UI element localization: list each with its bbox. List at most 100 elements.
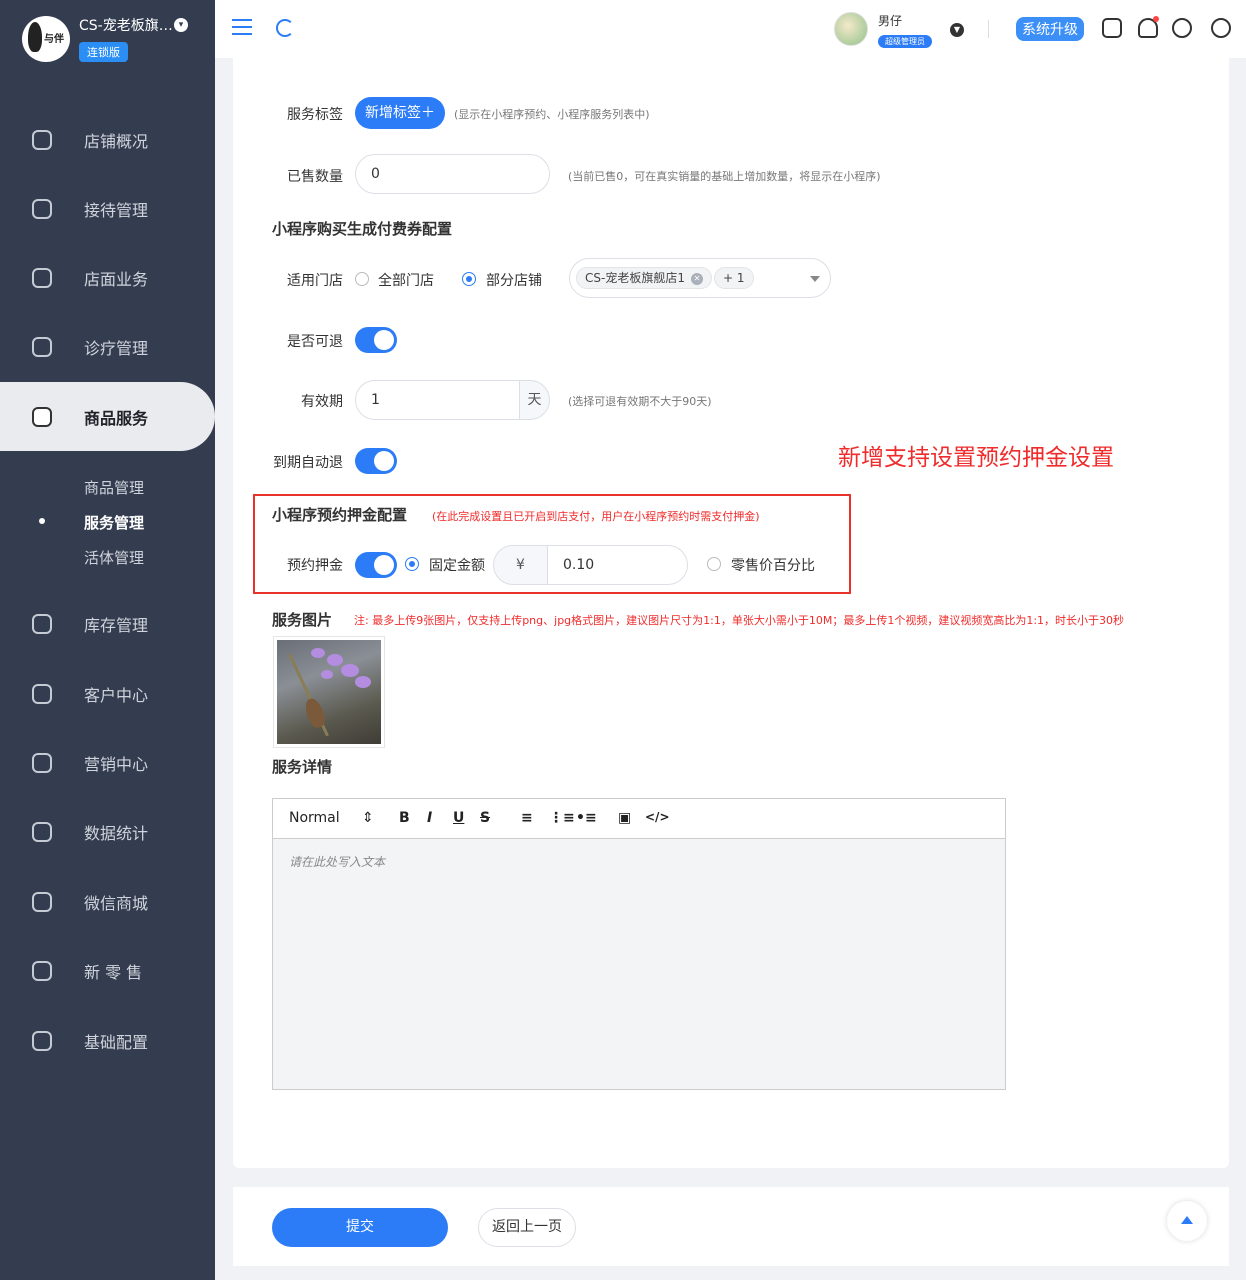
sidebar-item-wechat-mall[interactable]: 微信商城: [0, 867, 215, 936]
back-button[interactable]: 返回上一页: [478, 1208, 576, 1247]
chevron-down-icon[interactable]: ▼: [950, 23, 964, 37]
sold-count-hint: (当前已售0，可在真实销量的基础上增加数量，将显示在小程序): [568, 170, 881, 183]
detail-section-title: 服务详情: [272, 758, 333, 776]
calendar-icon[interactable]: [1102, 18, 1122, 38]
service-form-card: 服务标签 新增标签＋ (显示在小程序预约、小程序服务列表中) 已售数量 0 (当…: [233, 58, 1229, 1168]
submenu-item-services[interactable]: 服务管理: [84, 512, 144, 533]
sidebar-item-label: 库存管理: [84, 615, 149, 635]
caret-down-icon[interactable]: [810, 276, 820, 282]
chevron-down-icon[interactable]: ▾: [174, 18, 188, 32]
auto-refund-toggle[interactable]: [355, 448, 397, 474]
sidebar-item-label: 新 零 售: [84, 962, 143, 982]
user-badge-icon: [32, 683, 52, 704]
sold-count-input[interactable]: 0: [355, 154, 550, 194]
deposit-section-hint: (在此完成设置且已开启到店支付，用户在小程序预约时需支付押金): [432, 510, 760, 523]
sidebar-item-store-overview[interactable]: 店铺概况: [0, 105, 215, 174]
menu-icon[interactable]: [232, 19, 252, 35]
sidebar-item-statistics[interactable]: 数据统计: [0, 797, 215, 866]
sidebar-item-label: 基础配置: [84, 1032, 149, 1052]
format-select[interactable]: Normal: [289, 810, 340, 826]
validity-unit: 天: [519, 380, 550, 420]
sidebar-item-label: 诊疗管理: [84, 338, 149, 358]
italic-icon[interactable]: I: [427, 810, 432, 826]
sidebar-item-marketing[interactable]: 营销中心: [0, 728, 215, 797]
tag-label: CS-宠老板旗舰店1: [585, 271, 685, 285]
back-to-top-button[interactable]: [1167, 1201, 1207, 1241]
wechat-icon: [32, 891, 52, 912]
editor-content[interactable]: 请在此处写入文本: [273, 839, 1005, 1089]
underline-icon[interactable]: U: [453, 810, 464, 826]
code-icon[interactable]: </>: [645, 810, 670, 824]
refresh-icon[interactable]: [276, 19, 294, 37]
more-stores-tag: + 1: [714, 267, 754, 289]
sidebar-item-label: 店铺概况: [84, 131, 149, 151]
user-name: 男仔: [878, 14, 903, 28]
image-section-title: 服务图片: [272, 611, 333, 629]
submenu-item-live-animals[interactable]: 活体管理: [84, 547, 144, 568]
sidebar-item-customers[interactable]: 客户中心: [0, 659, 215, 728]
inventory-box-icon: [32, 613, 52, 634]
trend-chart-icon: [32, 821, 52, 842]
deposit-amount-input[interactable]: 0.10: [547, 545, 688, 585]
settings-icon: [32, 1030, 52, 1051]
submenu-goods-service: 商品管理 服务管理 活体管理: [0, 452, 215, 592]
ordered-list-icon[interactable]: ⋮≡: [549, 810, 575, 826]
image-upload-hint: 注: 最多上传9张图片，仅支持上传png、jpg格式图片，建议图片尺寸为1:1，…: [354, 614, 1125, 627]
rich-text-editor: Normal ⇕ B I U S ≡ ⋮≡ •≡ ▣ </> 请在此处写入文本: [272, 798, 1006, 1090]
percentage-radio[interactable]: [707, 557, 721, 571]
image-icon[interactable]: ▣: [618, 810, 631, 826]
validity-hint: (选择可退有效期不大于90天): [568, 395, 712, 408]
sidebar: 与伴 CS-宠老板旗… ▾ 连锁版 店铺概况 接待管理 店面业务 诊疗管理 商品…: [0, 0, 215, 1280]
avatar[interactable]: [834, 12, 868, 46]
sidebar-item-goods-service[interactable]: 商品服务: [0, 382, 215, 451]
sidebar-item-inventory[interactable]: 库存管理: [0, 589, 215, 658]
sidebar-item-store-business[interactable]: 店面业务: [0, 243, 215, 312]
bold-icon[interactable]: B: [399, 810, 410, 826]
align-icon[interactable]: ≡: [521, 810, 533, 826]
top-bar: 男仔 超级管理员 ▼ 系统升级: [215, 0, 1246, 58]
validity-input[interactable]: 1: [355, 380, 530, 420]
sidebar-item-reception[interactable]: 接待管理: [0, 174, 215, 243]
divider: [988, 20, 989, 38]
add-tag-button[interactable]: 新增标签＋: [355, 97, 445, 129]
validity-label: 有效期: [301, 394, 343, 410]
strikethrough-icon[interactable]: S: [480, 810, 490, 826]
deposit-toggle[interactable]: [355, 552, 397, 578]
bullet-list-icon[interactable]: •≡: [576, 810, 597, 826]
sidebar-item-label: 客户中心: [84, 685, 149, 705]
partial-stores-radio[interactable]: [462, 272, 476, 286]
logo-text: 与伴: [44, 34, 64, 45]
sold-count-label: 已售数量: [287, 169, 343, 185]
sidebar-header: 与伴 CS-宠老板旗… ▾ 连锁版: [0, 0, 215, 82]
submit-button[interactable]: 提交: [272, 1208, 448, 1247]
sidebar-item-new-retail[interactable]: 新 零 售: [0, 936, 215, 1005]
medical-kit-icon: [32, 336, 52, 357]
coupon-section-title: 小程序购买生成付费券配置: [272, 220, 453, 238]
currency-symbol: ¥: [493, 545, 548, 585]
clock-icon[interactable]: [1211, 18, 1231, 38]
user-role-badge: 超级管理员: [878, 35, 932, 48]
sidebar-item-label: 营销中心: [84, 754, 149, 774]
system-upgrade-button[interactable]: 系统升级: [1016, 17, 1084, 41]
sidebar-item-basic-config[interactable]: 基础配置: [0, 1006, 215, 1075]
submenu-item-goods[interactable]: 商品管理: [84, 477, 144, 498]
fixed-amount-radio[interactable]: [405, 557, 419, 571]
edition-badge: 连锁版: [79, 42, 128, 62]
partial-stores-option-label[interactable]: 部分店铺: [486, 270, 542, 290]
refundable-toggle[interactable]: [355, 327, 397, 353]
all-stores-radio[interactable]: [355, 272, 369, 286]
close-icon[interactable]: ✕: [690, 272, 703, 285]
sidebar-item-label: 商品服务: [84, 408, 149, 428]
service-image-thumbnail[interactable]: [273, 636, 385, 748]
shopping-bag-icon: [32, 406, 52, 427]
updown-icon[interactable]: ⇕: [362, 810, 374, 826]
monitor-icon: [32, 129, 52, 150]
sidebar-item-medical[interactable]: 诊疗管理: [0, 312, 215, 381]
action-bar: 提交 返回上一页: [233, 1187, 1229, 1266]
percentage-option-label[interactable]: 零售价百分比: [731, 555, 815, 575]
all-stores-option-label[interactable]: 全部门店: [378, 270, 434, 290]
fixed-amount-option-label[interactable]: 固定金额: [429, 555, 485, 575]
selected-store-tag: CS-宠老板旗舰店1 ✕: [576, 267, 712, 289]
store-name[interactable]: CS-宠老板旗…: [79, 15, 175, 35]
headset-icon[interactable]: [1172, 18, 1192, 38]
